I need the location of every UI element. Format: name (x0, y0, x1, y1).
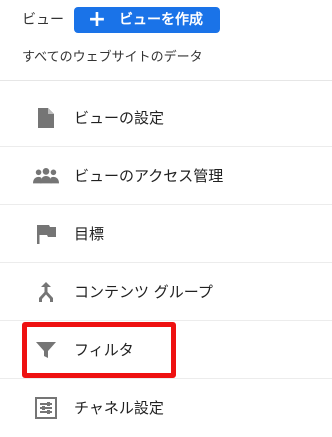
create-view-button[interactable]: + ビューを作成 (74, 7, 220, 33)
people-icon (33, 164, 59, 188)
create-view-button-label: ビューを作成 (119, 12, 203, 28)
view-settings-menu: ビューの設定 ビューのアクセス管理 目標 コンテンツ グループ フィルタ チャネ… (0, 89, 332, 437)
menu-item-filters[interactable]: フィルタ (0, 321, 332, 379)
menu-item-view-settings[interactable]: ビューの設定 (0, 89, 332, 147)
view-selector-label[interactable]: すべてのウェブサイトのデータ (22, 48, 203, 68)
divider (0, 80, 332, 81)
document-icon (33, 106, 59, 130)
merge-icon (33, 280, 59, 304)
flag-icon (33, 222, 59, 246)
filter-icon (33, 338, 59, 362)
menu-item-label: ビューのアクセス管理 (74, 167, 224, 185)
menu-item-content-grouping[interactable]: コンテンツ グループ (0, 263, 332, 321)
plus-icon: + (87, 7, 107, 32)
view-label: ビュー (22, 12, 64, 28)
menu-item-label: ビューの設定 (74, 109, 165, 127)
menu-item-view-access[interactable]: ビューのアクセス管理 (0, 147, 332, 205)
menu-item-goals[interactable]: 目標 (0, 205, 332, 263)
menu-item-channel-settings[interactable]: チャネル設定 (0, 379, 332, 437)
view-admin-panel: ビュー + ビューを作成 すべてのウェブサイトのデータ ビューの設定 ビューのア… (0, 0, 332, 437)
view-header: ビュー + ビューを作成 (0, 0, 332, 40)
menu-item-label: コンテンツ グループ (74, 283, 213, 301)
menu-item-label: フィルタ (74, 341, 134, 359)
channel-settings-icon (33, 396, 59, 420)
menu-item-label: チャネル設定 (74, 399, 164, 417)
menu-item-label: 目標 (74, 225, 105, 243)
